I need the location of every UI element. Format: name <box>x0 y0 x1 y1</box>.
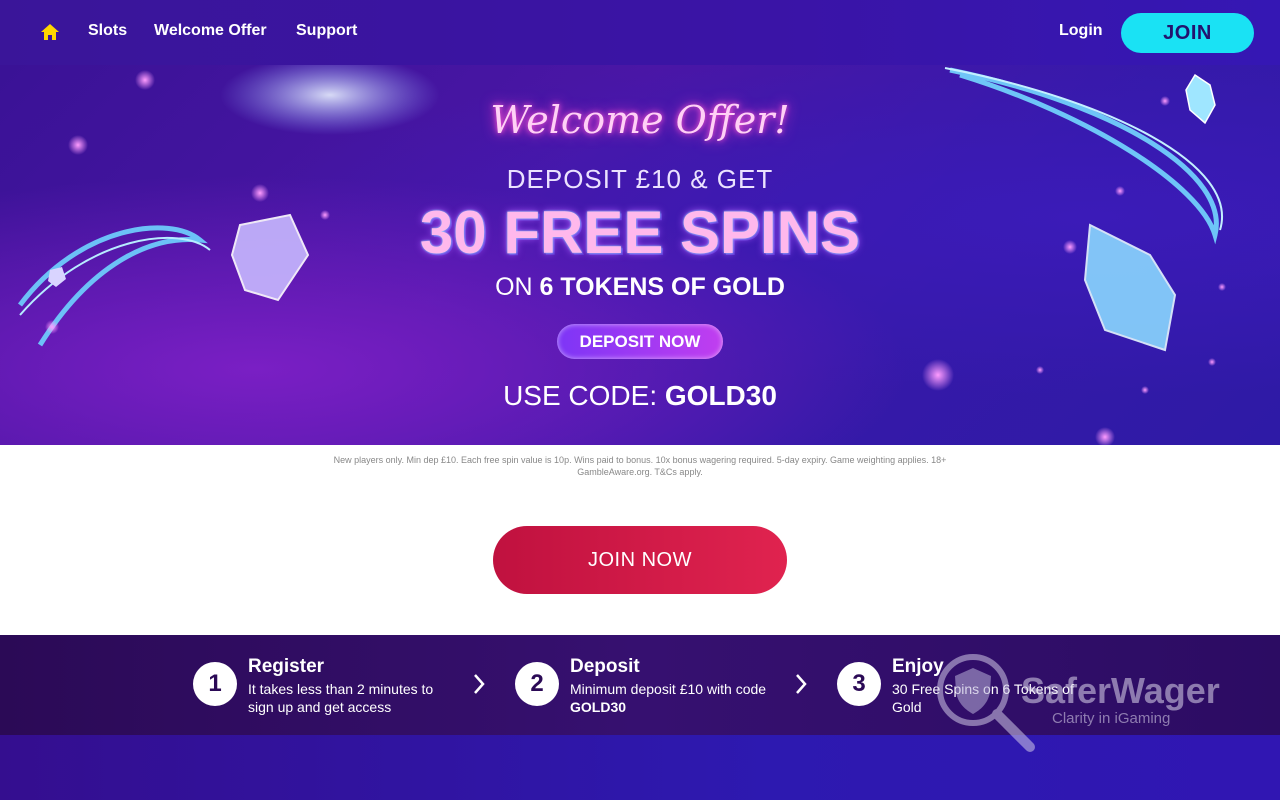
game-name: 6 TOKENS OF GOLD <box>539 273 785 301</box>
nav-link-welcome-offer[interactable]: Welcome Offer <box>154 22 267 40</box>
step-description-code: GOLD30 <box>570 699 627 715</box>
terms-text: New players only. Min dep £10. Each free… <box>333 455 947 477</box>
deposit-now-button[interactable]: DEPOSIT NOW <box>557 324 723 359</box>
step-title: Register <box>248 656 325 677</box>
watermark-brand: SaferWager <box>1021 670 1220 711</box>
chevron-right-icon <box>474 674 485 694</box>
nav-link-slots[interactable]: Slots <box>88 22 127 40</box>
login-link[interactable]: Login <box>1059 22 1103 40</box>
home-icon[interactable] <box>40 23 60 41</box>
join-button[interactable]: JOIN <box>1121 13 1254 53</box>
welcome-offer-heading: Welcome Offer! <box>490 98 790 142</box>
step-number: 3 <box>837 662 881 706</box>
join-now-button[interactable]: JOIN NOW <box>493 526 787 594</box>
step-title: Deposit <box>570 656 640 677</box>
step-number: 1 <box>193 662 237 706</box>
step-description: Minimum deposit £10 with code GOLD30 <box>570 680 780 716</box>
deposit-line: DEPOSIT £10 & GET <box>506 164 774 194</box>
promo-code-line: USE CODE: GOLD30 <box>0 380 1280 412</box>
saferwager-watermark: SaferWager Clarity in iGaming <box>935 652 1235 757</box>
hero-banner: Welcome Offer! DEPOSIT £10 & GET 30 FREE… <box>0 65 1280 445</box>
watermark-tagline: Clarity in iGaming <box>1052 710 1171 727</box>
game-line: ON 6 TOKENS OF GOLD <box>0 273 1280 302</box>
terms-section: New players only. Min dep £10. Each free… <box>0 445 1280 635</box>
free-spins-headline: 30 FREE SPINS <box>419 199 861 266</box>
top-nav: Slots Welcome Offer Support Login JOIN <box>0 0 1280 65</box>
step-description-prefix: Minimum deposit £10 with code <box>570 681 767 697</box>
step-number: 2 <box>515 662 559 706</box>
nav-link-support[interactable]: Support <box>296 22 357 40</box>
promo-code: GOLD30 <box>664 380 777 411</box>
game-line-prefix: ON <box>495 273 533 301</box>
step-description: It takes less than 2 minutes to sign up … <box>248 681 434 715</box>
chevron-right-icon <box>796 674 807 694</box>
promo-code-label: USE CODE: <box>503 380 658 411</box>
